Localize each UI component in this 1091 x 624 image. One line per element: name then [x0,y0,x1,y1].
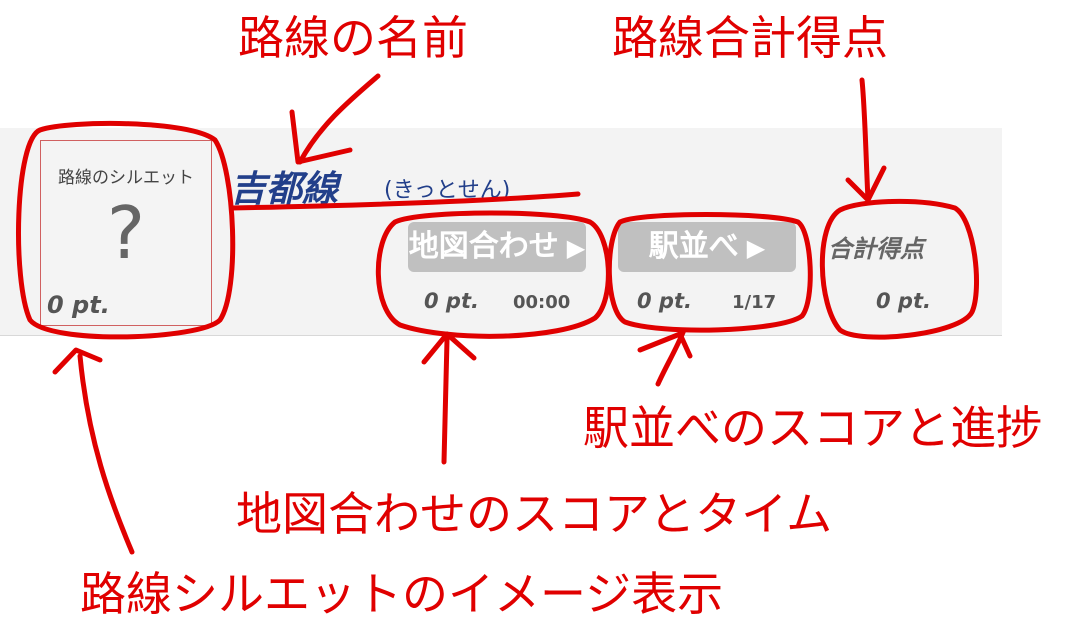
annotation-strokes [16,73,979,555]
total-circle [819,198,979,340]
map-match-arrow [421,331,477,465]
map-match-circle [375,210,611,339]
line-name-arrow [289,73,381,165]
silhouette-arrow [52,347,135,555]
line-name-underline [229,191,581,211]
station-order-arrow [637,327,693,387]
silhouette-circle [16,120,236,340]
total-arrow [845,77,887,203]
station-order-circle [606,212,813,333]
